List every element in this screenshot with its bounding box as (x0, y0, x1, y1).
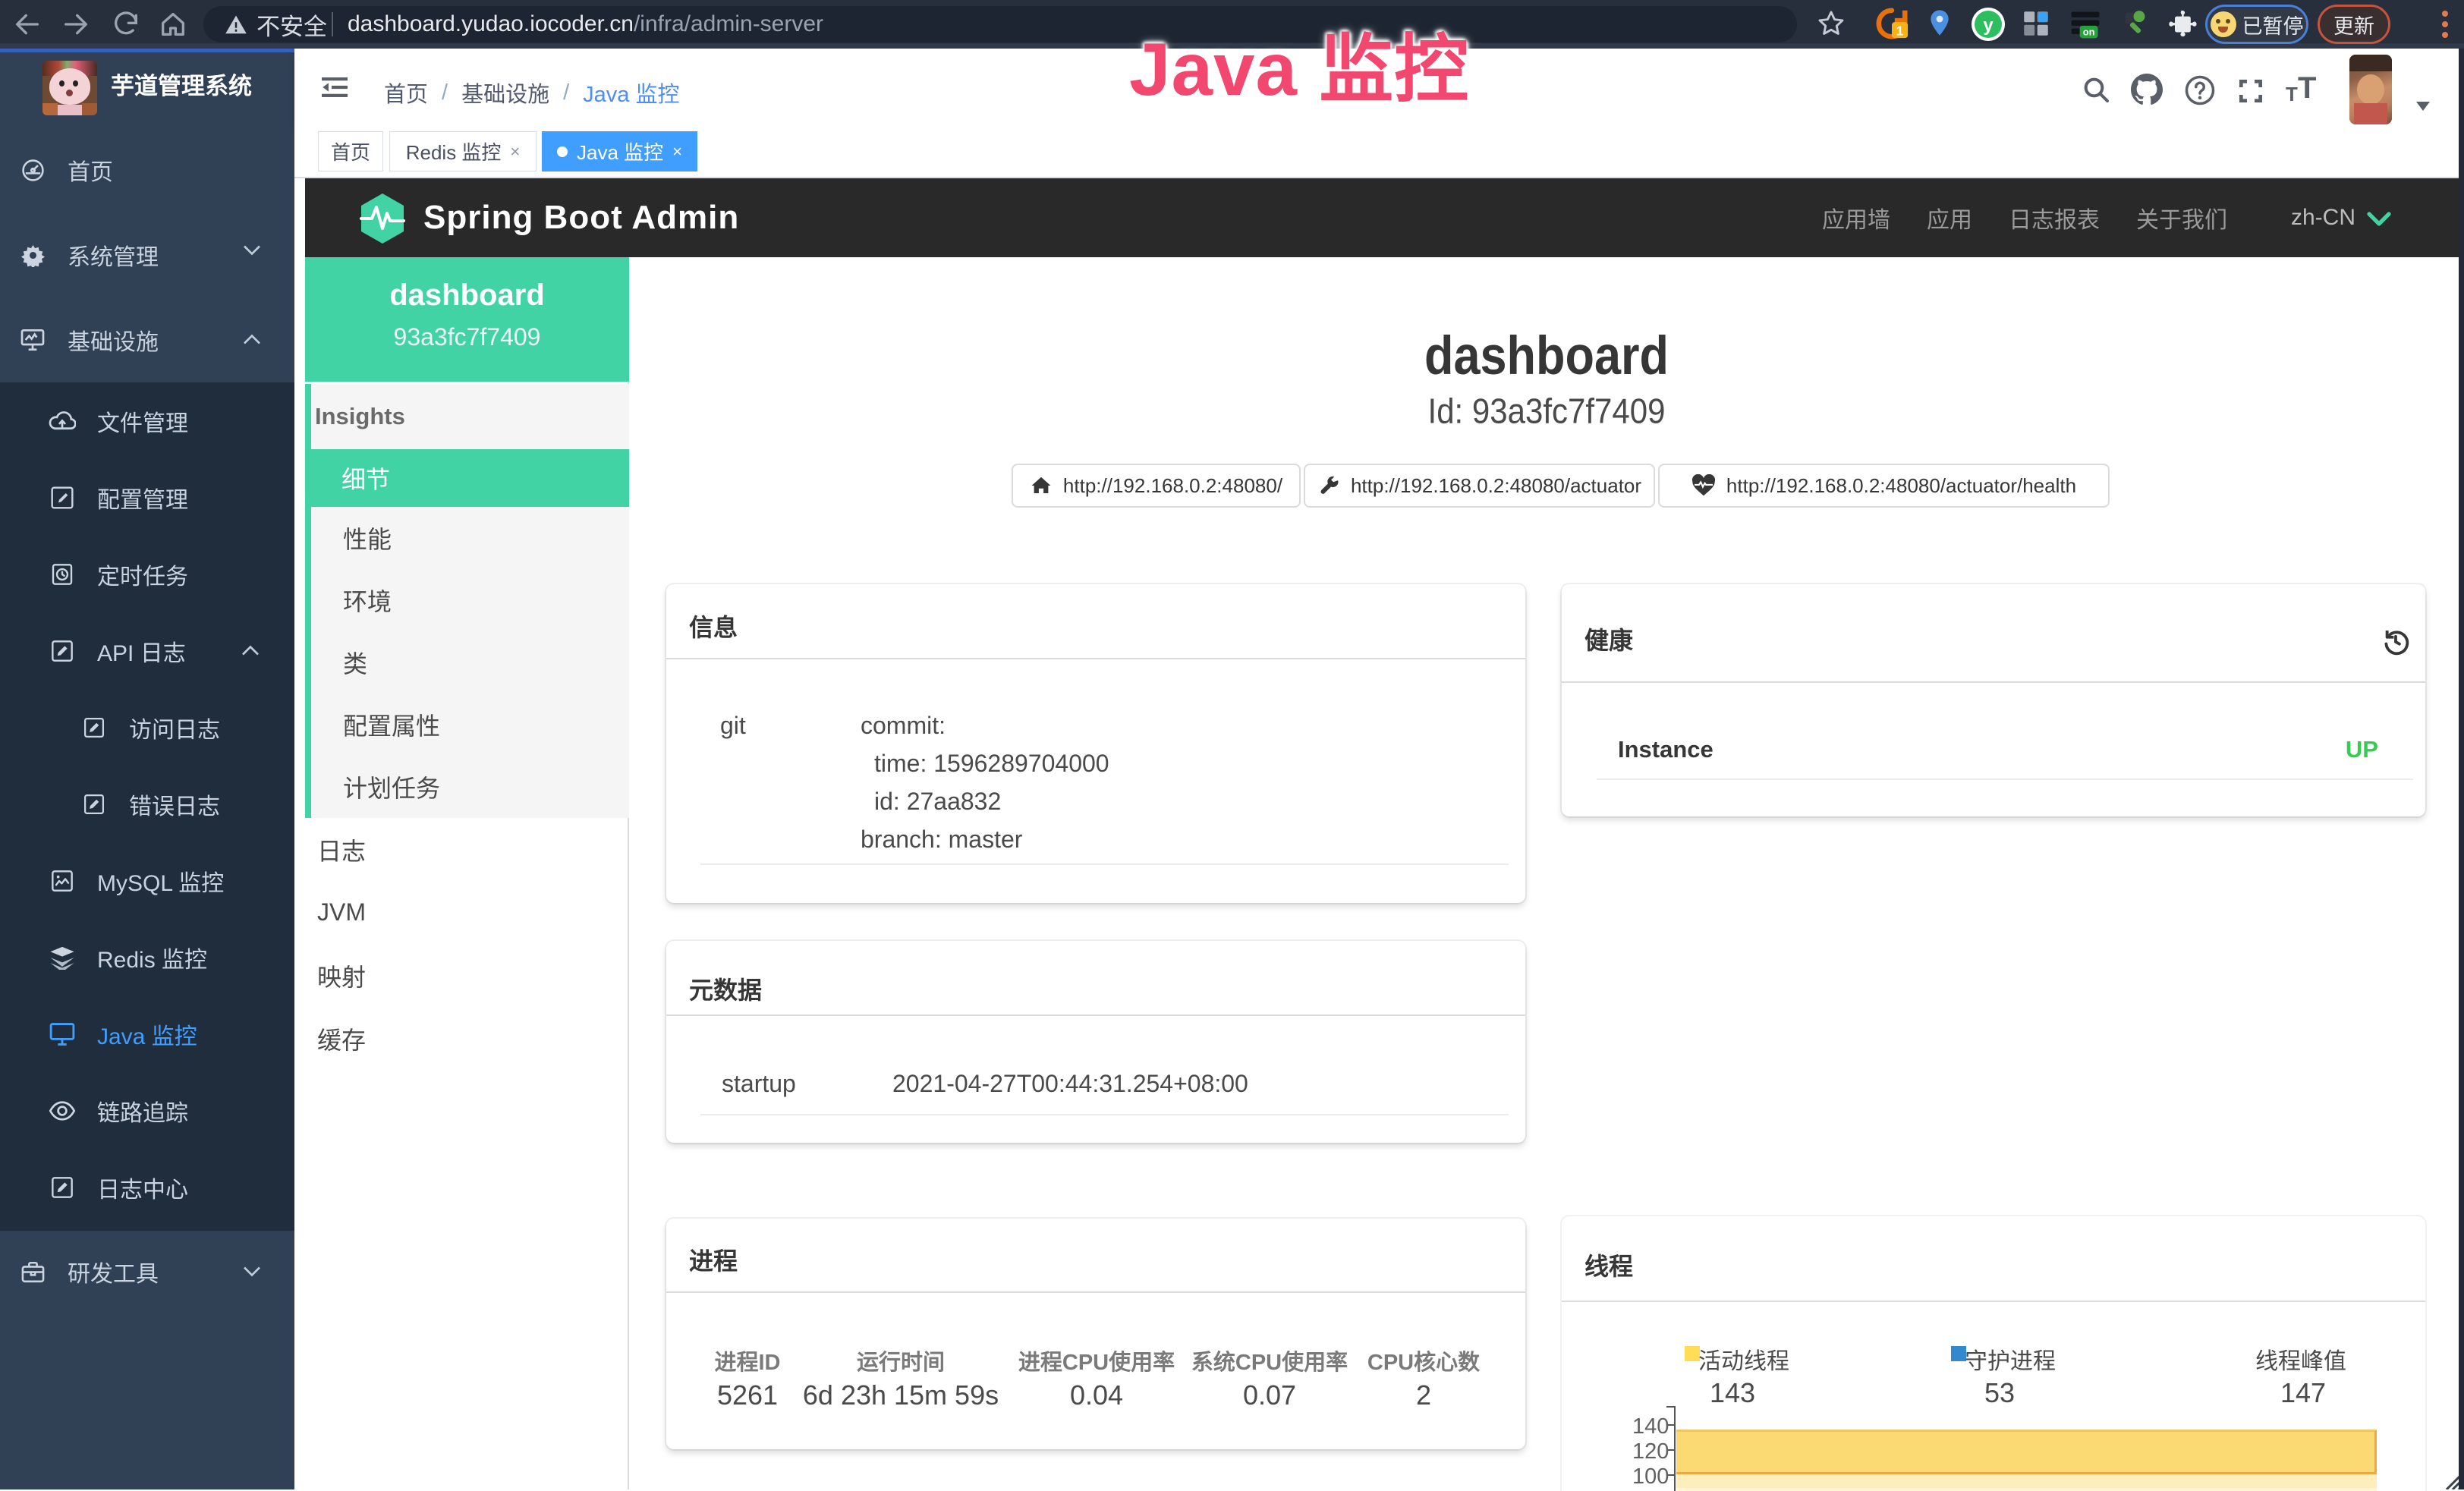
svg-text:1: 1 (1896, 23, 1904, 38)
svg-text:y: y (1983, 15, 1994, 36)
svg-text:on: on (2083, 27, 2095, 38)
